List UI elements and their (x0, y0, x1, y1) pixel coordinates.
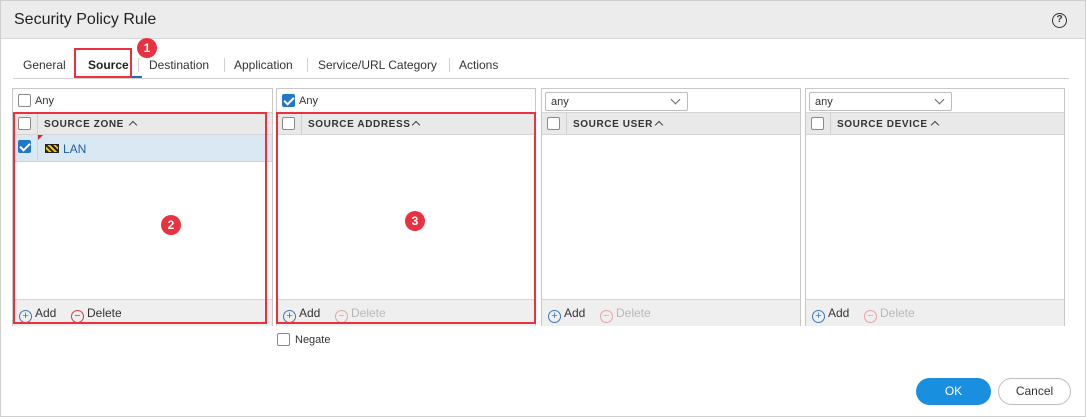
source-address-column-header[interactable]: SOURCE ADDRESS (308, 119, 411, 130)
sort-ascending-icon[interactable] (128, 120, 138, 130)
tab-general[interactable]: General (23, 58, 66, 72)
header-separator (830, 113, 831, 134)
tab-separator (138, 58, 139, 72)
sort-ascending-icon[interactable] (654, 120, 664, 130)
dialog-title: Security Policy Rule (14, 11, 157, 28)
source-zone-column-header[interactable]: SOURCE ZONE (44, 119, 124, 130)
minus-circle-icon: − (600, 310, 613, 323)
source-zone-header: SOURCE ZONE (13, 112, 272, 135)
plus-circle-icon: + (812, 310, 825, 323)
negate-label: Negate (295, 334, 331, 346)
select-row: any (806, 89, 1064, 112)
help-icon[interactable]: ? (1052, 13, 1067, 28)
add-button[interactable]: + Add (548, 306, 585, 323)
select-value: any (815, 96, 833, 108)
select-all-checkbox[interactable] (18, 117, 31, 130)
delete-label: Delete (87, 306, 122, 320)
add-label: Add (299, 306, 321, 320)
minus-circle-icon: − (864, 310, 877, 323)
step-marker-1: 1 (137, 38, 157, 58)
source-device-column-header[interactable]: SOURCE DEVICE (837, 119, 928, 130)
delete-label: Delete (351, 306, 386, 320)
sort-ascending-icon[interactable] (411, 120, 421, 130)
source-user-column-header[interactable]: SOURCE USER (573, 119, 653, 130)
source-address-panel: Any SOURCE ADDRESS + Add − Delete (276, 88, 536, 326)
security-policy-rule-dialog: Security Policy Rule ? General Source De… (0, 0, 1086, 417)
chevron-down-icon (934, 94, 945, 105)
tab-destination[interactable]: Destination (149, 58, 209, 72)
panel-footer: + Add − Delete (13, 299, 272, 326)
ok-button[interactable]: OK (916, 378, 991, 405)
header-separator (301, 113, 302, 134)
tab-separator (449, 58, 450, 72)
chevron-down-icon (670, 94, 681, 105)
dialog-titlebar: Security Policy Rule ? (1, 1, 1085, 39)
header-separator (37, 113, 38, 134)
any-label: Any (299, 95, 318, 107)
cancel-button[interactable]: Cancel (998, 378, 1071, 405)
tab-service-url-category[interactable]: Service/URL Category (318, 58, 437, 72)
zone-name[interactable]: LAN (63, 142, 86, 156)
source-user-panel: any SOURCE USER + Add − Delete (541, 88, 801, 326)
select-all-checkbox[interactable] (547, 117, 560, 130)
any-row: Any (13, 89, 272, 112)
source-device-select[interactable]: any (809, 92, 952, 111)
tab-actions[interactable]: Actions (459, 58, 498, 72)
any-label: Any (35, 95, 54, 107)
select-value: any (551, 96, 569, 108)
tab-bar: General Source Destination Application S… (13, 48, 1069, 79)
delete-button[interactable]: − Delete (600, 306, 651, 323)
tab-separator (224, 58, 225, 72)
plus-circle-icon: + (548, 310, 561, 323)
panel-footer: + Add − Delete (542, 299, 800, 326)
sort-ascending-icon[interactable] (930, 120, 940, 130)
tab-separator (307, 58, 308, 72)
step-marker-2: 2 (161, 215, 181, 235)
add-button[interactable]: + Add (19, 306, 56, 323)
add-label: Add (35, 306, 57, 320)
add-label: Add (828, 306, 850, 320)
select-all-checkbox[interactable] (811, 117, 824, 130)
source-device-header: SOURCE DEVICE (806, 112, 1064, 135)
delete-button[interactable]: − Delete (864, 306, 915, 323)
row-checkbox[interactable] (18, 140, 31, 153)
minus-circle-icon: − (71, 310, 84, 323)
select-all-checkbox[interactable] (282, 117, 295, 130)
plus-circle-icon: + (19, 310, 32, 323)
any-checkbox[interactable] (18, 94, 31, 107)
delete-label: Delete (880, 306, 915, 320)
delete-button[interactable]: − Delete (335, 306, 386, 323)
any-row: Any (277, 89, 535, 112)
source-user-header: SOURCE USER (542, 112, 800, 135)
source-user-select[interactable]: any (545, 92, 688, 111)
zone-icon (45, 144, 59, 153)
minus-circle-icon: − (335, 310, 348, 323)
delete-label: Delete (616, 306, 651, 320)
tab-source[interactable]: Source (88, 58, 129, 72)
add-label: Add (564, 306, 586, 320)
add-button[interactable]: + Add (812, 306, 849, 323)
modified-flag-icon (38, 135, 43, 140)
panel-footer: + Add − Delete (806, 299, 1064, 326)
plus-circle-icon: + (283, 310, 296, 323)
step-marker-3: 3 (405, 211, 425, 231)
any-checkbox[interactable] (282, 94, 295, 107)
source-zone-panel: Any SOURCE ZONE LAN + Add − Delete (12, 88, 273, 326)
source-device-panel: any SOURCE DEVICE + Add − Delete (805, 88, 1065, 326)
delete-button[interactable]: − Delete (71, 306, 122, 323)
header-separator (566, 113, 567, 134)
add-button[interactable]: + Add (283, 306, 320, 323)
active-tab-indicator (84, 76, 142, 78)
panel-footer: + Add − Delete (277, 299, 535, 326)
source-address-header: SOURCE ADDRESS (277, 112, 535, 135)
select-row: any (542, 89, 800, 112)
tab-application[interactable]: Application (234, 58, 293, 72)
negate-checkbox[interactable] (277, 333, 290, 346)
table-row[interactable]: LAN (13, 135, 272, 162)
